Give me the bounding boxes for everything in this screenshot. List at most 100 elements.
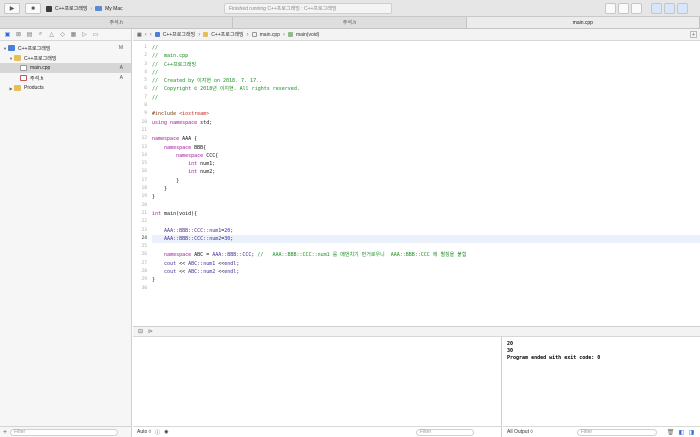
toggle-debug-area-button[interactable] (664, 3, 675, 14)
code-line[interactable]: int num2; (152, 168, 700, 176)
hide-debug-area-icon[interactable]: ⊟ (138, 328, 143, 335)
eye-icon[interactable]: ◉ (164, 429, 168, 435)
add-editor-icon[interactable]: + (690, 31, 697, 38)
line-number: 3 (144, 61, 147, 67)
code-line[interactable] (152, 218, 700, 226)
stop-button[interactable]: ■ (25, 3, 41, 14)
code-line[interactable]: } (152, 177, 700, 185)
breakpoints-toggle-icon[interactable]: ⊳ (148, 328, 153, 335)
code-line[interactable]: } (152, 276, 700, 284)
code-token: // (152, 94, 159, 101)
folder-icon (203, 32, 209, 37)
code-token: ; (230, 227, 234, 234)
info-icon[interactable]: ⓘ (155, 429, 160, 436)
navigator-filter-input[interactable]: Filter (10, 428, 118, 436)
related-items-icon[interactable]: ▦ (137, 32, 142, 38)
code-token: ABC = (194, 252, 213, 259)
breadcrumb-project[interactable]: C++프로그래밍 (163, 31, 195, 38)
code-line[interactable]: int num1; (152, 160, 700, 168)
variables-pane-icon[interactable]: ◧ (678, 429, 685, 436)
variables-filter-input[interactable]: Filter (416, 428, 474, 436)
code-token: <iostream> (179, 111, 210, 118)
breakpoint-icon[interactable]: ▷ (81, 31, 88, 38)
source-editor[interactable]: 1 2 3 4 5 6 7 8 9 10 11 12 13 14 15 16 17 18 19 20 21 22 23 24 2… (133, 41, 700, 326)
tab-main-cpp[interactable]: main.cpp (466, 17, 700, 28)
code-line[interactable]: // (152, 44, 700, 52)
tree-item-products[interactable]: ▶ Products (0, 83, 131, 93)
file-tree: ▼ C++프로그래밍 M ▼ C++프로그래밍 main.cpp A 주석.h … (0, 41, 131, 93)
scope-selector[interactable]: Auto ◊ (137, 429, 151, 435)
code-line[interactable]: int main(void){ (152, 210, 700, 218)
code-line[interactable]: } (152, 193, 700, 201)
toggle-utilities-button[interactable] (677, 3, 688, 14)
code-token: // C++프로그래밍 (152, 61, 197, 68)
code-token: << (176, 269, 189, 276)
code-line[interactable]: // (152, 69, 700, 77)
breadcrumb-folder[interactable]: C++프로그래밍 (211, 31, 243, 38)
line-number: 14 (141, 152, 147, 158)
cpp-file-icon (20, 65, 27, 71)
code-line[interactable]: namespace ABC = AAA::BBB::CCC; // AAA::B… (152, 251, 700, 259)
symbol-icon[interactable]: ▤ (26, 31, 33, 38)
code-line[interactable] (152, 102, 700, 110)
console-footer: All Output ◊ Filter 🗑 ◧ ◨ (503, 426, 700, 437)
code-line[interactable]: namespace BBB{ (152, 144, 700, 152)
scheme-selector[interactable]: C++프로그래밍 › My Mac (46, 3, 123, 14)
tree-item-header[interactable]: 주석.h A (0, 73, 131, 83)
console-filter-input[interactable]: Filter (577, 428, 657, 436)
line-number: 20 (141, 202, 147, 208)
debug-icon[interactable]: ▦ (70, 31, 77, 38)
code-line[interactable]: // main.cpp (152, 52, 700, 60)
folder-icon[interactable]: ▣ (4, 31, 11, 38)
trash-icon[interactable]: 🗑 (667, 429, 675, 436)
warning-icon[interactable]: △ (48, 31, 55, 38)
tab-header-2[interactable]: 주석.h (233, 17, 467, 28)
assistant-editor-button[interactable] (618, 3, 629, 14)
code-line[interactable] (152, 202, 700, 210)
report-icon[interactable]: ▭ (92, 31, 99, 38)
code-line[interactable]: // (152, 94, 700, 102)
tree-item-project[interactable]: ▼ C++프로그래밍 M (0, 43, 131, 53)
code-line[interactable]: AAA::BBB::CCC::num2=30; (152, 234, 700, 244)
code-line[interactable]: namespace AAA { (152, 135, 700, 143)
code-area[interactable]: //// main.cpp// C++프로그래밍//// Created by … (152, 44, 700, 293)
code-line[interactable]: // Created by 이지현 on 2018. 7. 17.. (152, 77, 700, 85)
code-token: namespace (164, 144, 195, 151)
add-icon[interactable]: + (3, 429, 7, 436)
line-number: 21 (141, 210, 147, 216)
line-number: 26 (141, 252, 147, 258)
code-line[interactable] (152, 243, 700, 251)
tree-item-main-cpp[interactable]: main.cpp A (0, 63, 131, 73)
forward-icon[interactable]: › (150, 32, 152, 38)
standard-editor-button[interactable] (605, 3, 616, 14)
search-icon[interactable]: ⌕ (37, 31, 44, 38)
test-icon[interactable]: ◇ (59, 31, 66, 38)
version-editor-button[interactable] (631, 3, 642, 14)
code-line[interactable] (152, 285, 700, 293)
run-button[interactable]: ▶ (4, 3, 20, 14)
code-token: ; (230, 235, 234, 242)
toggle-navigator-button[interactable] (651, 3, 662, 14)
console-view[interactable]: 20 30 Program ended with exit code: 0 Al… (503, 337, 700, 437)
code-line[interactable]: using namespace std; (152, 119, 700, 127)
breadcrumb-file[interactable]: main.cpp (260, 32, 280, 38)
tree-item-folder[interactable]: ▼ C++프로그래밍 (0, 53, 131, 63)
code-line[interactable] (152, 127, 700, 135)
code-line[interactable]: // C++프로그래밍 (152, 61, 700, 69)
console-pane-icon[interactable]: ◨ (688, 429, 695, 436)
code-line[interactable]: namespace CCC{ (152, 152, 700, 160)
code-line[interactable]: #include <iostream> (152, 110, 700, 118)
tree-item-label: C++프로그래밍 (24, 55, 57, 62)
line-number: 19 (141, 194, 147, 200)
code-line[interactable]: cout << ABC::num1 <<endl; (152, 260, 700, 268)
source-control-icon[interactable]: ⊠ (15, 31, 22, 38)
folder-icon (14, 55, 21, 61)
code-line[interactable]: cout << ABC::num2 <<endl; (152, 268, 700, 276)
breadcrumb-function[interactable]: main(void) (296, 32, 319, 38)
tab-header-1[interactable]: 주석.h (0, 17, 234, 28)
code-line[interactable]: AAA::BBB::CCC::num1=20; (152, 227, 700, 235)
output-selector[interactable]: All Output ◊ (507, 429, 533, 435)
code-line[interactable]: } (152, 185, 700, 193)
code-line[interactable]: // Copyright © 2018년 이지현. All rights res… (152, 85, 700, 93)
back-icon[interactable]: ‹ (145, 32, 147, 38)
